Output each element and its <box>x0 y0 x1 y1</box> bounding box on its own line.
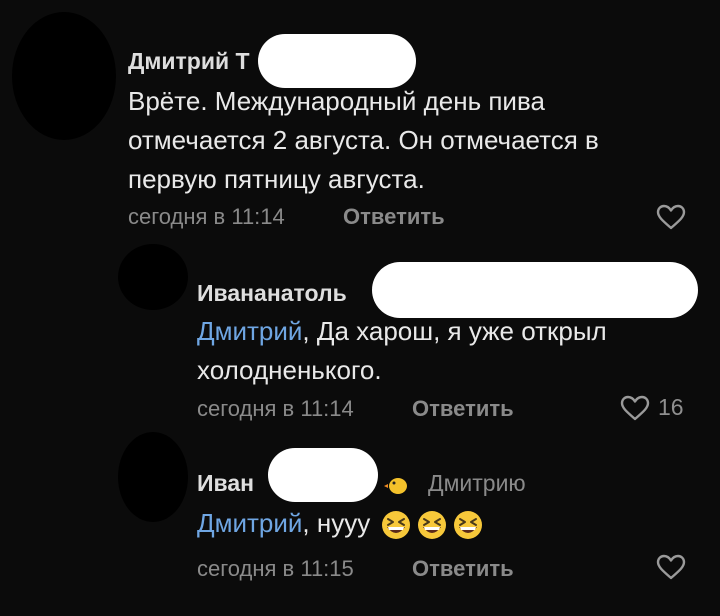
reply-button[interactable]: Ответить <box>412 396 514 422</box>
redaction-mark <box>268 448 378 502</box>
comment-text: Дмитрий, нууу <box>197 504 697 543</box>
comment-text-segment: , нууу <box>302 508 371 538</box>
like-button[interactable] <box>656 204 686 230</box>
comment-timestamp: сегодня в 11:14 <box>197 396 354 421</box>
reply-to-label[interactable]: Дмитрию <box>428 470 526 497</box>
mention-link[interactable]: Дмитрий <box>197 508 302 538</box>
comment-text-line: отмечается 2 августа. Он отмечается в <box>128 125 599 155</box>
comment-text: Дмитрий, Да харош, я уже открыл холоднен… <box>197 312 697 390</box>
avatar[interactable] <box>12 12 116 140</box>
emoji-group <box>381 510 483 540</box>
redaction-mark <box>372 262 698 318</box>
reply-button[interactable]: Ответить <box>343 204 445 230</box>
comment-text-line: первую пятницу августа. <box>128 164 425 194</box>
avatar[interactable] <box>118 432 188 522</box>
grinning-squinting-face-icon <box>382 511 411 540</box>
comment-timestamp: сегодня в 11:15 <box>197 556 354 581</box>
heart-icon <box>656 204 686 230</box>
chick-icon <box>384 478 407 494</box>
comment-text-line: Врёте. Международный день пива <box>128 86 545 116</box>
comment-timestamp: сегодня в 11:14 <box>128 204 285 229</box>
like-button[interactable]: 16 <box>620 394 684 421</box>
reply-button[interactable]: Ответить <box>412 556 514 582</box>
avatar[interactable] <box>118 244 188 310</box>
comment-author[interactable]: Дмитрий Т <box>128 48 250 75</box>
like-button[interactable] <box>656 554 686 580</box>
comment-text: Врёте. Международный день пива отмечаетс… <box>128 82 708 199</box>
comment-text-line: холодненького. <box>197 355 382 385</box>
comment-text-segment: , Да харош, я уже открыл <box>302 316 607 346</box>
like-count: 16 <box>658 394 684 420</box>
redaction-mark <box>258 34 416 88</box>
grinning-squinting-face-icon <box>418 511 447 540</box>
comment-author[interactable]: Иван <box>197 470 254 497</box>
comment-text-line: Дмитрий, Да харош, я уже открыл <box>197 312 697 351</box>
heart-icon <box>656 554 686 580</box>
mention-link[interactable]: Дмитрий <box>197 316 302 346</box>
grinning-squinting-face-icon <box>454 511 483 540</box>
heart-icon <box>620 395 650 420</box>
comment-author[interactable]: Ивананатоль <box>197 280 347 307</box>
